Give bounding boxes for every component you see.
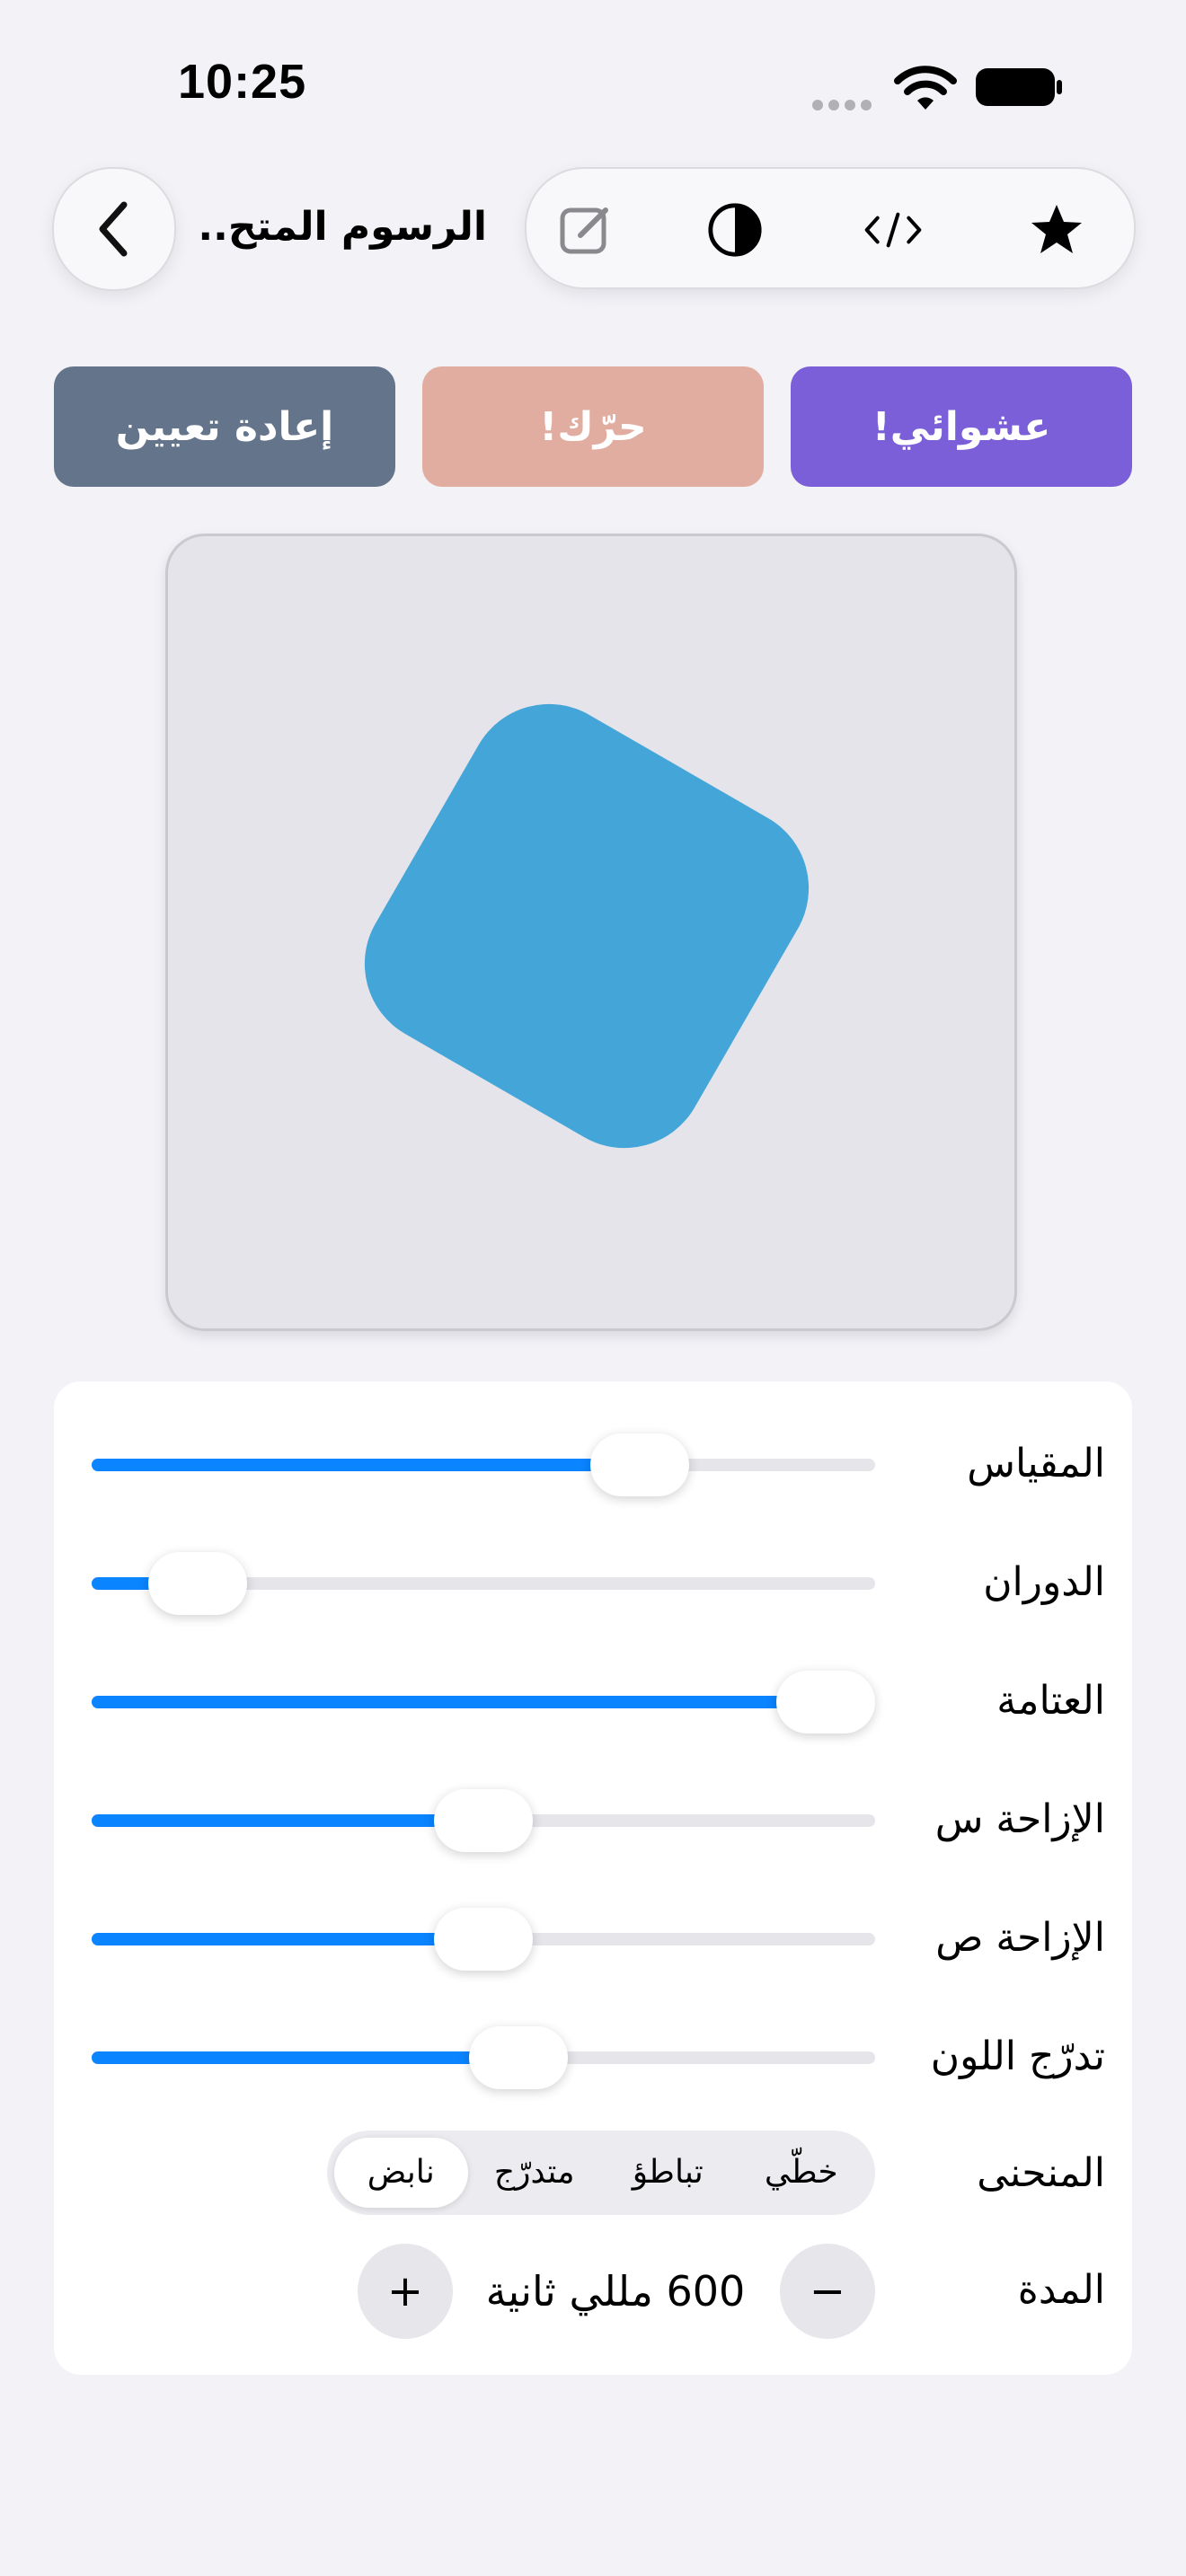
opacity-slider-thumb[interactable] — [776, 1671, 875, 1734]
back-button[interactable] — [52, 167, 176, 291]
random-button[interactable]: عشوائي! — [791, 366, 1132, 487]
offset-x-slider[interactable] — [92, 1789, 875, 1852]
star-icon[interactable] — [1028, 201, 1085, 259]
curve-option-spring[interactable]: نابض — [334, 2138, 468, 2208]
opacity-slider-fill — [92, 1696, 875, 1708]
wifi-icon — [894, 66, 957, 110]
scale-slider-thumb[interactable] — [590, 1434, 690, 1496]
hue-slider[interactable] — [92, 2026, 875, 2089]
edit-icon[interactable] — [557, 201, 615, 259]
hue-label: تدرّج اللون — [930, 2033, 1105, 2079]
decrement-button[interactable]: − — [780, 2244, 875, 2339]
contrast-icon[interactable] — [706, 201, 764, 259]
toolbar — [525, 167, 1136, 289]
offset-x-slider-fill — [92, 1814, 483, 1827]
duration-label: المدة — [1017, 2267, 1105, 2313]
opacity-label: العتامة — [996, 1678, 1105, 1724]
offset-x-label: الإزاحة س — [934, 1796, 1105, 1842]
rotation-slider[interactable] — [92, 1552, 875, 1615]
scale-slider[interactable] — [92, 1434, 875, 1496]
status-dots — [812, 97, 877, 114]
offset-y-slider-fill — [92, 1933, 483, 1945]
curve-option-ease-out[interactable]: تباطؤ — [601, 2138, 735, 2208]
status-time: 10:25 — [178, 55, 307, 109]
page-title: الرسوم المتح... — [198, 204, 487, 250]
rotation-label: الدوران — [983, 1559, 1105, 1605]
reset-button[interactable]: إعادة تعيين — [54, 366, 395, 487]
offset-x-slider-thumb[interactable] — [434, 1789, 533, 1852]
chevron-left-icon — [99, 201, 128, 257]
animate-button[interactable]: حرّك! — [422, 366, 764, 487]
hue-slider-fill — [92, 2051, 519, 2064]
offset-y-slider[interactable] — [92, 1908, 875, 1971]
curve-option-ease-in-out[interactable]: متدرّج — [468, 2138, 602, 2208]
duration-value: 600 مللي ثانية — [485, 2267, 746, 2316]
opacity-slider[interactable] — [92, 1671, 875, 1734]
code-icon[interactable] — [864, 201, 922, 259]
curve-segmented-control: خطّي تباطؤ متدرّج نابض — [327, 2130, 875, 2215]
controls-card — [54, 1381, 1132, 2375]
offset-y-label: الإزاحة ص — [935, 1915, 1105, 1961]
curve-label: المنحنى — [977, 2150, 1105, 2196]
hue-slider-thumb[interactable] — [469, 2026, 569, 2089]
offset-y-slider-thumb[interactable] — [434, 1908, 533, 1971]
scale-label: المقياس — [967, 1441, 1105, 1486]
scale-slider-fill — [92, 1459, 641, 1471]
curve-option-linear[interactable]: خطّي — [735, 2138, 869, 2208]
increment-button[interactable]: + — [358, 2244, 453, 2339]
rotation-slider-thumb[interactable] — [147, 1552, 247, 1615]
battery-icon — [976, 68, 1062, 106]
